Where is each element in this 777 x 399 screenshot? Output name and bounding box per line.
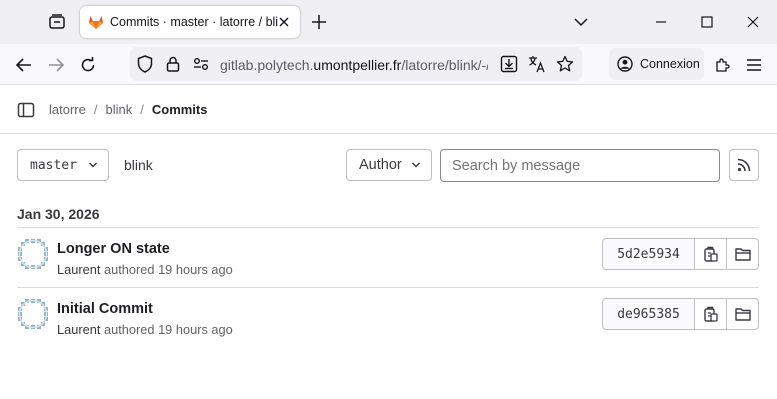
url-bar[interactable]: gitlab.polytech.umontpellier.fr/latorre/… bbox=[130, 47, 582, 81]
chevron-down-icon bbox=[574, 18, 588, 27]
commit-actions: 5d2e5934 bbox=[602, 238, 759, 270]
signin-label: Connexion bbox=[640, 57, 700, 71]
reload-icon bbox=[81, 57, 95, 72]
lock-icon[interactable] bbox=[164, 55, 182, 73]
close-icon bbox=[747, 16, 759, 28]
commit-title-link[interactable]: Initial Commit bbox=[57, 301, 153, 317]
breadcrumb-item-blink[interactable]: blink bbox=[105, 102, 132, 117]
signin-button[interactable]: Connexion bbox=[609, 48, 704, 80]
reload-button[interactable] bbox=[74, 51, 102, 79]
url-prefix: gitlab.polytech. bbox=[220, 57, 314, 73]
breadcrumb-current[interactable]: Commits bbox=[152, 102, 208, 117]
gitlab-logo-icon bbox=[89, 16, 103, 29]
extensions-icon bbox=[716, 58, 730, 72]
back-icon bbox=[16, 58, 31, 72]
back-button[interactable] bbox=[10, 51, 38, 79]
search-commits-input[interactable] bbox=[440, 149, 720, 182]
url-text[interactable]: gitlab.polytech.umontpellier.fr/latorre/… bbox=[220, 57, 488, 73]
author-dropdown-label: Author bbox=[359, 157, 402, 173]
tab-manager-button[interactable] bbox=[40, 6, 74, 38]
commit-action: authored bbox=[103, 262, 155, 277]
author-dropdown[interactable]: Author bbox=[346, 149, 432, 181]
copy-icon bbox=[703, 246, 718, 262]
commit-actions: de965385 bbox=[602, 298, 759, 330]
new-tab-button[interactable] bbox=[306, 9, 332, 35]
branch-dropdown-label: master bbox=[30, 157, 77, 173]
site-info-icon[interactable] bbox=[192, 55, 210, 73]
copy-sha-button[interactable] bbox=[695, 238, 727, 270]
maximize-button[interactable] bbox=[692, 7, 722, 37]
commit-author-link[interactable]: Laurent bbox=[57, 262, 100, 277]
commit-row: Longer ON state Laurent authored 19 hour… bbox=[17, 228, 759, 288]
list-all-tabs-button[interactable] bbox=[566, 7, 596, 37]
commit-date-header: Jan 30, 2026 bbox=[17, 206, 100, 222]
tab-title: Commits · master · latorre / blink · Git… bbox=[110, 15, 278, 29]
forward-button[interactable] bbox=[42, 51, 70, 79]
minimize-icon bbox=[656, 21, 666, 23]
copy-sha-button[interactable] bbox=[695, 298, 727, 330]
tab-manager-icon bbox=[49, 14, 65, 29]
copy-icon bbox=[703, 306, 718, 322]
tab-close-button[interactable] bbox=[276, 14, 292, 30]
extensions-button[interactable] bbox=[708, 51, 736, 79]
commit-meta: Laurent authored 19 hours ago bbox=[57, 262, 233, 277]
breadcrumb-item-latorre[interactable]: latorre bbox=[49, 102, 86, 117]
url-domain: umontpellier.fr bbox=[313, 57, 402, 73]
chevron-down-icon bbox=[411, 162, 421, 168]
translate-icon[interactable] bbox=[528, 55, 546, 73]
commit-title-link[interactable]: Longer ON state bbox=[57, 241, 170, 257]
commit-row: Initial Commit Laurent authored 19 hours… bbox=[17, 288, 759, 348]
close-icon bbox=[279, 17, 289, 27]
breadcrumb-separator: / bbox=[93, 102, 98, 117]
commit-author-link[interactable]: Laurent bbox=[57, 322, 100, 337]
minimize-button[interactable] bbox=[646, 7, 676, 37]
branch-dropdown[interactable]: master bbox=[17, 149, 109, 181]
breadcrumb-separator: / bbox=[140, 102, 144, 117]
sidebar-icon[interactable] bbox=[17, 101, 35, 119]
rss-icon bbox=[737, 158, 751, 172]
browser-tab-bar: Commits · master · latorre / blink · Git… bbox=[0, 0, 777, 44]
project-path-label: blink bbox=[124, 157, 153, 173]
commit-sha-button[interactable]: de965385 bbox=[602, 298, 695, 330]
commit-filter-bar: master blink Author bbox=[0, 149, 777, 183]
folder-icon bbox=[734, 308, 751, 321]
browse-files-button[interactable] bbox=[727, 238, 759, 270]
avatar[interactable] bbox=[17, 238, 49, 270]
maximize-icon bbox=[701, 16, 713, 28]
avatar[interactable] bbox=[17, 298, 49, 330]
star-icon[interactable] bbox=[556, 55, 574, 73]
rss-feed-button[interactable] bbox=[729, 149, 759, 181]
browse-files-button[interactable] bbox=[727, 298, 759, 330]
browser-nav-bar: gitlab.polytech.umontpellier.fr/latorre/… bbox=[0, 44, 777, 85]
close-window-button[interactable] bbox=[738, 7, 768, 37]
commit-time: 19 hours ago bbox=[158, 262, 233, 277]
breadcrumb: latorre / blink / Commits bbox=[49, 102, 207, 117]
commit-meta: Laurent authored 19 hours ago bbox=[57, 322, 233, 337]
menu-icon bbox=[747, 59, 761, 71]
forward-icon bbox=[49, 58, 64, 72]
download-icon[interactable] bbox=[500, 55, 518, 73]
commit-sha-button[interactable]: 5d2e5934 bbox=[602, 238, 695, 270]
browser-tab-active[interactable]: Commits · master · latorre / blink · Git… bbox=[80, 6, 300, 38]
url-path: /latorre/blink/-/commits/master bbox=[401, 57, 488, 73]
commit-action: authored bbox=[103, 322, 155, 337]
commit-time: 19 hours ago bbox=[158, 322, 233, 337]
shield-icon[interactable] bbox=[136, 55, 154, 73]
breadcrumb-bar: latorre / blink / Commits bbox=[0, 86, 777, 134]
folder-icon bbox=[734, 248, 751, 261]
menu-button[interactable] bbox=[740, 51, 768, 79]
account-icon bbox=[617, 56, 633, 72]
chevron-down-icon bbox=[88, 162, 98, 168]
plus-icon bbox=[312, 15, 326, 29]
